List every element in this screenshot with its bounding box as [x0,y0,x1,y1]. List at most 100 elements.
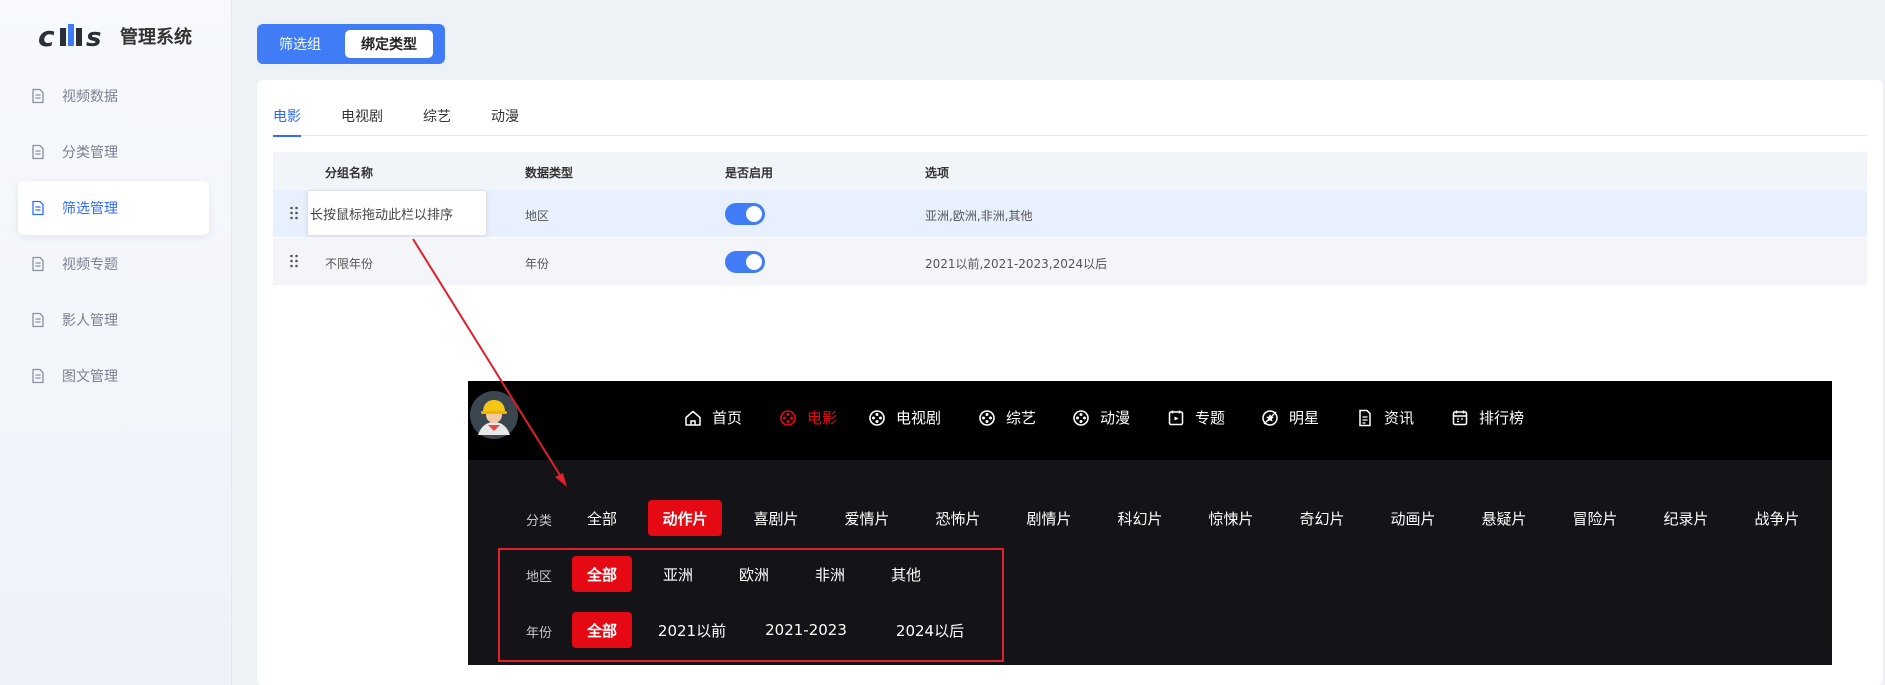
document-icon [32,144,44,160]
document-icon [32,256,44,272]
preview-nav-label: 排行榜 [1479,409,1525,427]
sidebar-item-label: 图文管理 [62,369,118,385]
bind-type-button[interactable]: 绑定类型 [345,30,433,58]
preview-nav-news[interactable]: 资讯 [1356,407,1414,428]
sidebar-item-video-data[interactable]: 视频数据 [18,69,209,123]
options-cell: 亚洲,欧洲,非洲,其他 [925,209,1033,223]
category-option[interactable]: 动画片 [1383,500,1443,536]
category-option[interactable]: 惊悚片 [1201,500,1261,536]
filter-table: 分组名称 数据类型 是否启用 选项 长按鼠标拖动此栏以排序 地区 亚洲,欧洲,非… [273,152,1867,286]
sidebar-item-label: 影人管理 [62,313,118,329]
preview-nav-tv-series[interactable]: 电视剧 [868,407,941,428]
category-option[interactable]: 纪录片 [1656,500,1716,536]
tab-tv-series[interactable]: 电视剧 [341,106,383,136]
preview-nav-label: 专题 [1195,409,1226,427]
data-type-cell: 年份 [525,257,550,271]
year-option[interactable]: 2024以后 [893,612,967,648]
star-badge-icon [1262,409,1278,426]
news-document-icon [1359,409,1371,426]
sidebar-item-category[interactable]: 分类管理 [18,125,209,179]
enabled-toggle[interactable] [725,203,765,225]
year-option[interactable]: 2021-2023 [761,612,851,648]
film-reel-icon [869,409,885,426]
drag-handle-icon[interactable] [289,254,299,268]
year-filter-label: 年份 [526,626,553,641]
sidebar-item-label: 视频专题 [62,257,118,273]
document-icon [32,368,44,384]
table-row[interactable]: 不限年份 年份 2021以前,2021-2023,2024以后 [273,238,1867,286]
preview-nav-label: 电影 [807,409,838,427]
category-filter-label: 分类 [526,514,553,529]
category-option[interactable]: 全部 [579,500,625,536]
preview-nav-label: 综艺 [1006,409,1037,427]
category-option[interactable]: 悬疑片 [1474,500,1534,536]
document-icon [32,88,44,104]
data-type-cell: 地区 [525,209,550,223]
sidebar: c s 管理系统 视频数据 分类管理 筛选管理 视频专题 影人管理 图文管理 [0,0,232,685]
sidebar-item-label: 筛选管理 [62,201,118,217]
avatar[interactable] [470,391,518,439]
region-option-selected[interactable]: 全部 [572,556,632,592]
region-option[interactable]: 欧洲 [724,556,784,592]
header-data-type: 数据类型 [525,166,574,180]
document-icon [32,200,44,216]
preview-nav-label: 明星 [1289,409,1320,427]
drag-tooltip: 长按鼠标拖动此栏以排序 [307,190,487,236]
header-group-name: 分组名称 [325,166,374,180]
home-icon [685,410,701,426]
preview-nav-variety[interactable]: 综艺 [978,407,1036,428]
cms-logo: c s [38,20,101,52]
media-tabs: 电影 电视剧 综艺 动漫 [273,106,1867,137]
sidebar-item-label: 视频数据 [62,89,118,105]
preview-nav-label: 首页 [712,409,743,427]
preview-nav-label: 动漫 [1100,409,1131,427]
category-option[interactable]: 喜剧片 [746,500,806,536]
tab-variety[interactable]: 综艺 [423,106,451,136]
preview-nav-topic[interactable]: 专题 [1167,407,1225,428]
preview-nav-stars[interactable]: 明星 [1261,407,1319,428]
category-option[interactable]: 奇幻片 [1292,500,1352,536]
calendar-play-icon [1168,410,1184,425]
calendar-icon [1452,410,1468,425]
film-reel-icon [979,409,995,426]
category-option[interactable]: 冒险片 [1565,500,1625,536]
category-option-selected[interactable]: 动作片 [648,500,722,536]
drag-handle-icon[interactable] [289,206,299,220]
svg-text:s: s [86,23,101,52]
enabled-toggle[interactable] [725,251,765,273]
region-option[interactable]: 非洲 [800,556,860,592]
options-cell: 2021以前,2021-2023,2024以后 [925,257,1108,271]
category-option[interactable]: 爱情片 [837,500,897,536]
tab-anime[interactable]: 动漫 [491,106,519,136]
category-option[interactable]: 剧情片 [1019,500,1079,536]
preview-nav-label: 电视剧 [896,409,942,427]
sidebar-item-label: 分类管理 [62,145,118,161]
preview-nav-ranking[interactable]: 排行榜 [1451,407,1524,428]
document-icon [32,312,44,328]
region-option[interactable]: 其他 [876,556,936,592]
year-option[interactable]: 2021以前 [654,612,730,648]
brand: c s 管理系统 [38,20,192,52]
sidebar-item-people[interactable]: 影人管理 [18,293,209,347]
category-option[interactable]: 恐怖片 [928,500,988,536]
sidebar-item-articles[interactable]: 图文管理 [18,349,209,403]
region-filter-label: 地区 [526,570,553,585]
brand-title: 管理系统 [120,27,192,48]
header-options: 选项 [925,166,950,180]
sidebar-item-filter[interactable]: 筛选管理 [18,181,209,235]
filter-group-button[interactable]: 筛选组 [263,30,337,58]
preview-nav-movie[interactable]: 电影 [779,407,837,428]
category-option[interactable]: 战争片 [1747,500,1807,536]
preview-nav-label: 资讯 [1384,409,1415,427]
category-option[interactable]: 科幻片 [1110,500,1170,536]
film-reel-icon [780,409,796,426]
preview-nav-anime[interactable]: 动漫 [1072,407,1130,428]
group-name-cell: 不限年份 [325,257,374,271]
svg-text:c: c [38,20,55,52]
region-option[interactable]: 亚洲 [648,556,708,592]
year-option-selected[interactable]: 全部 [572,612,632,648]
sidebar-item-video-topic[interactable]: 视频专题 [18,237,209,291]
table-row[interactable]: 长按鼠标拖动此栏以排序 地区 亚洲,欧洲,非洲,其他 [273,190,1867,238]
tab-movie[interactable]: 电影 [273,106,301,137]
preview-nav-home[interactable]: 首页 [684,407,742,428]
